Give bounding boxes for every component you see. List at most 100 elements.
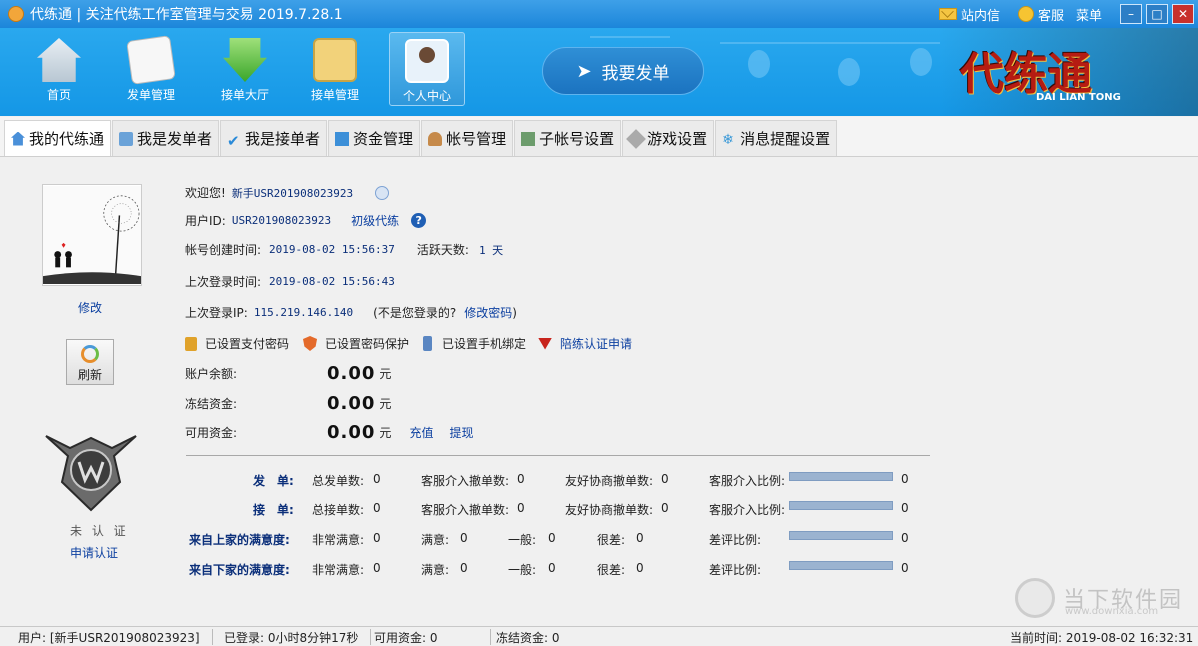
- stat-caption: 一般:: [508, 563, 537, 577]
- username: 新手USR201908023923: [231, 186, 354, 200]
- security-phone-bind: 已设置手机绑定: [442, 337, 527, 351]
- stat-value: 0: [373, 531, 381, 545]
- maximize-button[interactable]: □: [1146, 4, 1168, 24]
- toolbar-personal-center[interactable]: 个人中心: [389, 32, 465, 106]
- modify-avatar-link[interactable]: 修改: [78, 299, 102, 316]
- download-arrow-icon: [223, 38, 267, 82]
- status-separator: [212, 629, 213, 645]
- minimize-button[interactable]: –: [1120, 4, 1142, 24]
- close-button[interactable]: ✕: [1172, 4, 1194, 24]
- certification-apply-link[interactable]: 陪练认证申请: [560, 335, 632, 352]
- watermark-url: www.downxia.com: [1065, 606, 1159, 617]
- stat-value: 0: [901, 501, 909, 515]
- created-row: 帐号创建时间: 2019-08-02 15:56:37 活跃天数: 1 天: [185, 241, 503, 258]
- refresh-label: 刷新: [77, 368, 102, 382]
- stat-caption: 一般:: [508, 533, 537, 547]
- status-separator: [490, 629, 491, 645]
- stats-row-upstream-satisfaction: 来自上家的满意度: 非常满意: 0 满意: 0 一般: 0 很差: 0 差评比例…: [185, 531, 945, 549]
- level-link[interactable]: 初级代练: [351, 212, 399, 229]
- stat-value: 0: [548, 531, 556, 545]
- change-password-link[interactable]: 修改密码: [464, 304, 512, 321]
- stat-caption: 友好协商撤单数:: [565, 474, 654, 488]
- withdraw-link[interactable]: 提现: [449, 424, 473, 441]
- apply-cert-link[interactable]: 申请认证: [70, 544, 118, 561]
- stat-caption: 客服介入撤单数:: [421, 474, 510, 488]
- service-button[interactable]: 客服 菜单: [1017, 5, 1102, 24]
- welcome-label: 欢迎您!: [185, 186, 226, 200]
- avatar-image: [43, 186, 141, 284]
- currency-unit: 元: [379, 367, 392, 381]
- user-id-row: 用户ID: USR201908023923 初级代练 ?: [185, 212, 427, 229]
- toolbar-home[interactable]: 首页: [22, 32, 96, 106]
- tab-acceptor[interactable]: ✔ 我是接单者: [220, 120, 328, 156]
- tab-funds[interactable]: 资金管理: [328, 120, 421, 156]
- status-separator: [370, 629, 371, 645]
- user-avatar-icon: [405, 39, 449, 83]
- title-bar: 代练通 | 关注代练工作室管理与交易 2019.7.28.1 站内信 客服 菜单…: [0, 0, 1198, 28]
- check-icon: ✔: [227, 131, 240, 150]
- ratio-bar: [789, 501, 893, 510]
- toolbar-order-hall-label: 接单大厅: [220, 88, 269, 102]
- toolbar-order-hall[interactable]: 接单大厅: [208, 32, 282, 106]
- app-logo-icon: [8, 6, 24, 22]
- toolbar-home-label: 首页: [46, 88, 71, 102]
- frozen-amount: 0.00: [327, 393, 376, 414]
- avatar: [42, 184, 142, 286]
- sub-account-icon: [521, 131, 536, 146]
- publish-order-button[interactable]: ➤ 我要发单: [542, 47, 704, 95]
- stats-row-label: 接 单:: [253, 503, 294, 517]
- mail-icon: [938, 8, 957, 20]
- stat-caption: 客服介入撤单数:: [421, 503, 510, 517]
- tab-message-settings[interactable]: ❄ 消息提醒设置: [715, 120, 838, 156]
- smiley-face-icon: [1017, 6, 1034, 22]
- site-watermark: 当下软件园 www.downxia.com: [1015, 578, 1183, 618]
- title-bar-controls: 站内信 客服 菜单 – □ ✕: [938, 4, 1194, 24]
- stat-caption: 友好协商撤单数:: [565, 503, 654, 517]
- tab-account[interactable]: 帐号管理: [421, 120, 514, 156]
- recharge-link[interactable]: 充值: [409, 424, 433, 441]
- toolbar-personal-center-label: 个人中心: [402, 89, 451, 103]
- brand-logo: 代练通 DAI LIAN TONG: [940, 28, 1198, 116]
- stat-value: 0: [901, 531, 909, 545]
- stat-value: 0: [548, 561, 556, 575]
- refresh-button[interactable]: 刷新: [66, 339, 114, 385]
- stat-caption: 差评比例:: [709, 533, 762, 547]
- tab-sub-account[interactable]: 子帐号设置: [514, 120, 622, 156]
- stat-value: 0: [373, 472, 381, 486]
- person-icon: [428, 131, 443, 146]
- tab-label: 帐号管理: [446, 130, 507, 148]
- stat-value: 0: [636, 531, 644, 545]
- stat-caption: 差评比例:: [709, 563, 762, 577]
- toolbar-order-manage[interactable]: 发单管理: [114, 32, 188, 106]
- decoration-line: [590, 36, 670, 38]
- stat-value: 0: [901, 561, 909, 575]
- status-available: 可用资金: 0: [374, 631, 438, 645]
- shield-icon: [303, 336, 318, 351]
- ratio-bar: [789, 531, 893, 540]
- tab-game-settings[interactable]: 游戏设置: [622, 120, 715, 156]
- menu-button[interactable]: 菜单: [1076, 5, 1102, 24]
- not-you-close: ): [512, 305, 517, 320]
- mail-button[interactable]: 站内信: [938, 5, 1000, 24]
- home-icon: [11, 131, 25, 146]
- stat-value: 0: [661, 501, 669, 515]
- home-icon: [37, 38, 81, 82]
- clipboard-icon: [313, 38, 357, 82]
- cert-status: 未 认 证: [70, 524, 129, 538]
- toolbar-accept-manage-label: 接单管理: [310, 88, 359, 102]
- stat-caption: 客服介入比例:: [709, 474, 786, 488]
- tab-my-dailiantong[interactable]: 我的代练通: [4, 120, 112, 156]
- toolbar-order-manage-label: 发单管理: [126, 88, 175, 102]
- status-current-time: 当前时间: 2019-08-02 16:32:31: [1010, 631, 1194, 645]
- tab-label: 资金管理: [353, 130, 414, 148]
- status-bar: 用户: [新手USR201908023923] 已登录: 0小时8分钟17秒 可…: [0, 626, 1198, 646]
- tab-label: 我的代练通: [29, 130, 105, 148]
- ratio-bar: [789, 561, 893, 570]
- tab-publisher[interactable]: 我是发单者: [112, 120, 220, 156]
- stat-value: 0: [460, 561, 468, 575]
- pencil-edit-icon[interactable]: [375, 185, 390, 200]
- tab-bar: 我的代练通 我是发单者 ✔ 我是接单者 资金管理 帐号管理 子帐号设置 游戏设置 …: [0, 117, 1198, 157]
- last-ip-row: 上次登录IP: 115.219.146.140 (不是您登录的? 修改密码 ): [185, 304, 517, 321]
- toolbar-accept-manage[interactable]: 接单管理: [298, 32, 372, 106]
- help-icon[interactable]: ?: [411, 213, 427, 228]
